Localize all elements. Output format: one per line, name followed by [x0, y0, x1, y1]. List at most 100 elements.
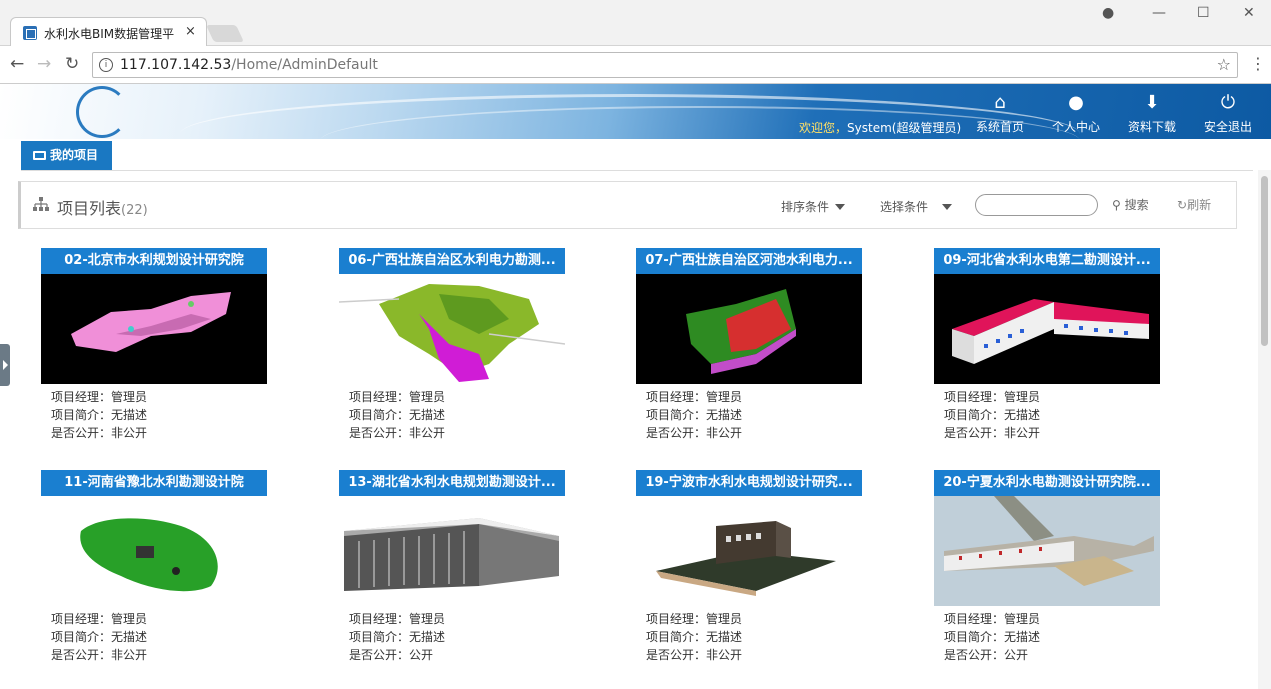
project-info: 项目经理：管理员 项目简介：无描述 是否公开：非公开 [349, 388, 445, 442]
project-card[interactable]: 19-宁波市水利水电规划设计研究... 项目经理：管理员 项目简介：无描述 是否公开：… [636, 470, 862, 670]
manager-row: 项目经理：管理员 [646, 610, 742, 628]
tab-my-projects[interactable]: 我的项目 [21, 141, 112, 170]
manager-row: 项目经理：管理员 [944, 610, 1040, 628]
project-card[interactable]: 07-广西壮族自治区河池水利电力... 项目经理：管理员 项目简介：无描述 是否公开：… [636, 248, 862, 448]
nav-logout-label: 安全退出 [1203, 120, 1252, 134]
public-label: 是否公开： [51, 648, 112, 662]
search-label: 搜索 [1124, 198, 1149, 212]
project-card[interactable]: 09-河北省水利水电第二勘测设计... 项目经理：管理员 项目简介：无描述 是否公开：… [934, 248, 1160, 448]
minimize-button[interactable]: — [1152, 5, 1166, 21]
maximize-button[interactable]: ☐ [1197, 5, 1210, 21]
project-thumbnail[interactable] [41, 496, 267, 606]
desc-value: 无描述 [1004, 630, 1041, 644]
nav-profile[interactable]: ● 个人中心 [1044, 84, 1108, 139]
public-value: 公开 [1004, 648, 1029, 662]
project-card[interactable]: 02-北京市水利规划设计研究院 项目经理：管理员 项目简介：无描述 是否公开：非公开 [41, 248, 267, 448]
public-label: 是否公开： [646, 426, 707, 440]
project-title[interactable]: 20-宁夏水利水电勘测设计研究院... [934, 470, 1160, 496]
nav-logout[interactable]: ⏻ 安全退出 [1196, 84, 1260, 139]
project-info: 项目经理：管理员 项目简介：无描述 是否公开：公开 [349, 610, 445, 664]
power-icon: ⏻ [1220, 92, 1236, 113]
public-row: 是否公开：非公开 [51, 646, 147, 664]
refresh-icon: ↻ [1177, 198, 1188, 212]
desc-value: 无描述 [111, 408, 148, 422]
desc-value: 无描述 [409, 408, 446, 422]
browser-tab[interactable]: 水利水电BIM数据管理平 × [10, 17, 207, 47]
nav-home-label: 系统首页 [975, 120, 1024, 134]
project-title[interactable]: 13-湖北省水利水电规划勘测设计... [339, 470, 565, 496]
project-title[interactable]: 19-宁波市水利水电规划设计研究... [636, 470, 862, 496]
project-thumbnail[interactable] [339, 496, 565, 606]
manager-label: 项目经理： [51, 612, 112, 626]
url-text: 117.107.142.53/Home/AdminDefault [120, 57, 378, 73]
project-title[interactable]: 06-广西壮族自治区水利电力勘测... [339, 248, 565, 274]
project-title[interactable]: 02-北京市水利规划设计研究院 [41, 248, 267, 274]
project-list-panel: 项目列表(22) 排序条件 选择条件 ⚲ 搜索 ↻刷新 [18, 181, 1237, 229]
public-value: 非公开 [111, 426, 148, 440]
url-input[interactable]: i 117.107.142.53/Home/AdminDefault ☆ [92, 52, 1238, 78]
nav-home[interactable]: ⌂ 系统首页 [968, 84, 1032, 139]
project-count: (22) [121, 203, 148, 218]
manager-label: 项目经理： [51, 390, 112, 404]
app-header: 欢迎您，System(超级管理员) ⌂ 系统首页 ● 个人中心 ⬇ 资料下载 ⏻… [0, 84, 1271, 139]
download-icon: ⬇ [1144, 92, 1160, 113]
manager-value: 管理员 [706, 612, 743, 626]
manager-label: 项目经理： [944, 612, 1005, 626]
scroll-thumb[interactable] [1261, 176, 1268, 346]
url-path: /Home/AdminDefault [231, 57, 378, 73]
desc-row: 项目简介：无描述 [349, 628, 445, 646]
reload-icon[interactable]: ↻ [65, 54, 79, 74]
project-thumbnail[interactable] [934, 274, 1160, 384]
user-icon: ● [1068, 92, 1084, 113]
project-info: 项目经理：管理员 项目简介：无描述 是否公开：非公开 [51, 610, 147, 664]
public-row: 是否公开：非公开 [51, 424, 147, 442]
project-thumbnail[interactable] [339, 274, 565, 384]
project-card[interactable]: 13-湖北省水利水电规划勘测设计... 项目经理：管理员 项目简介：无描述 是否公开：… [339, 470, 565, 670]
tab-close-icon[interactable]: × [185, 24, 196, 39]
desc-label: 项目简介： [944, 408, 1005, 422]
bookmark-star-icon[interactable]: ☆ [1217, 55, 1231, 74]
nav-download[interactable]: ⬇ 资料下载 [1120, 84, 1184, 139]
sidebar-toggle[interactable] [0, 344, 10, 386]
project-info: 项目经理：管理员 项目简介：无描述 是否公开：非公开 [646, 610, 742, 664]
project-card[interactable]: 06-广西壮族自治区水利电力勘测... 项目经理：管理员 项目简介：无描述 是否公开：… [339, 248, 565, 448]
scrollbar[interactable] [1258, 170, 1271, 689]
new-tab-button[interactable] [206, 25, 244, 42]
url-host: 117.107.142.53 [120, 57, 232, 73]
project-title[interactable]: 11-河南省豫北水利勘测设计院 [41, 470, 267, 496]
manager-value: 管理员 [111, 612, 148, 626]
nav-profile-label: 个人中心 [1051, 120, 1100, 134]
manager-row: 项目经理：管理员 [349, 610, 445, 628]
project-thumbnail[interactable] [636, 496, 862, 606]
project-thumbnail[interactable] [636, 274, 862, 384]
back-icon[interactable]: ← [10, 54, 24, 74]
tab-my-projects-label: 我的项目 [50, 148, 99, 162]
search-button[interactable]: ⚲ 搜索 [1112, 196, 1149, 213]
caret-down-icon [942, 204, 953, 210]
welcome-text: 欢迎您，System(超级管理员) [799, 119, 961, 136]
account-icon[interactable]: ● [1102, 5, 1114, 21]
refresh-label: 刷新 [1187, 198, 1212, 212]
manager-row: 项目经理：管理员 [51, 610, 147, 628]
refresh-button[interactable]: ↻刷新 [1177, 196, 1211, 213]
desc-row: 项目简介：无描述 [944, 628, 1040, 646]
project-card[interactable]: 11-河南省豫北水利勘测设计院项目经理：管理员 项目简介：无描述 是否公开：非公开 [41, 470, 267, 670]
project-card[interactable]: 20-宁夏水利水电勘测设计研究院... 项目经理：管理员 项目简介：无描述 是否公开：… [934, 470, 1160, 670]
info-icon[interactable]: i [99, 58, 113, 72]
browser-menu-icon[interactable]: ⋮ [1250, 54, 1266, 73]
filter-dropdown[interactable]: 选择条件 [880, 198, 953, 215]
sort-dropdown[interactable]: 排序条件 [781, 198, 846, 215]
project-title[interactable]: 07-广西壮族自治区河池水利电力... [636, 248, 862, 274]
project-info: 项目经理：管理员 项目简介：无描述 是否公开：非公开 [646, 388, 742, 442]
public-row: 是否公开：公开 [944, 646, 1040, 664]
project-title[interactable]: 09-河北省水利水电第二勘测设计... [934, 248, 1160, 274]
search-input[interactable] [975, 194, 1098, 216]
forward-icon[interactable]: → [37, 54, 51, 74]
project-info: 项目经理：管理员 项目简介：无描述 是否公开：非公开 [944, 388, 1040, 442]
project-thumbnail[interactable] [41, 274, 267, 384]
tab-divider [21, 170, 1253, 171]
close-window-button[interactable]: ✕ [1243, 5, 1255, 21]
project-thumbnail[interactable] [934, 496, 1160, 606]
desc-row: 项目简介：无描述 [51, 406, 147, 424]
public-value: 非公开 [409, 426, 446, 440]
